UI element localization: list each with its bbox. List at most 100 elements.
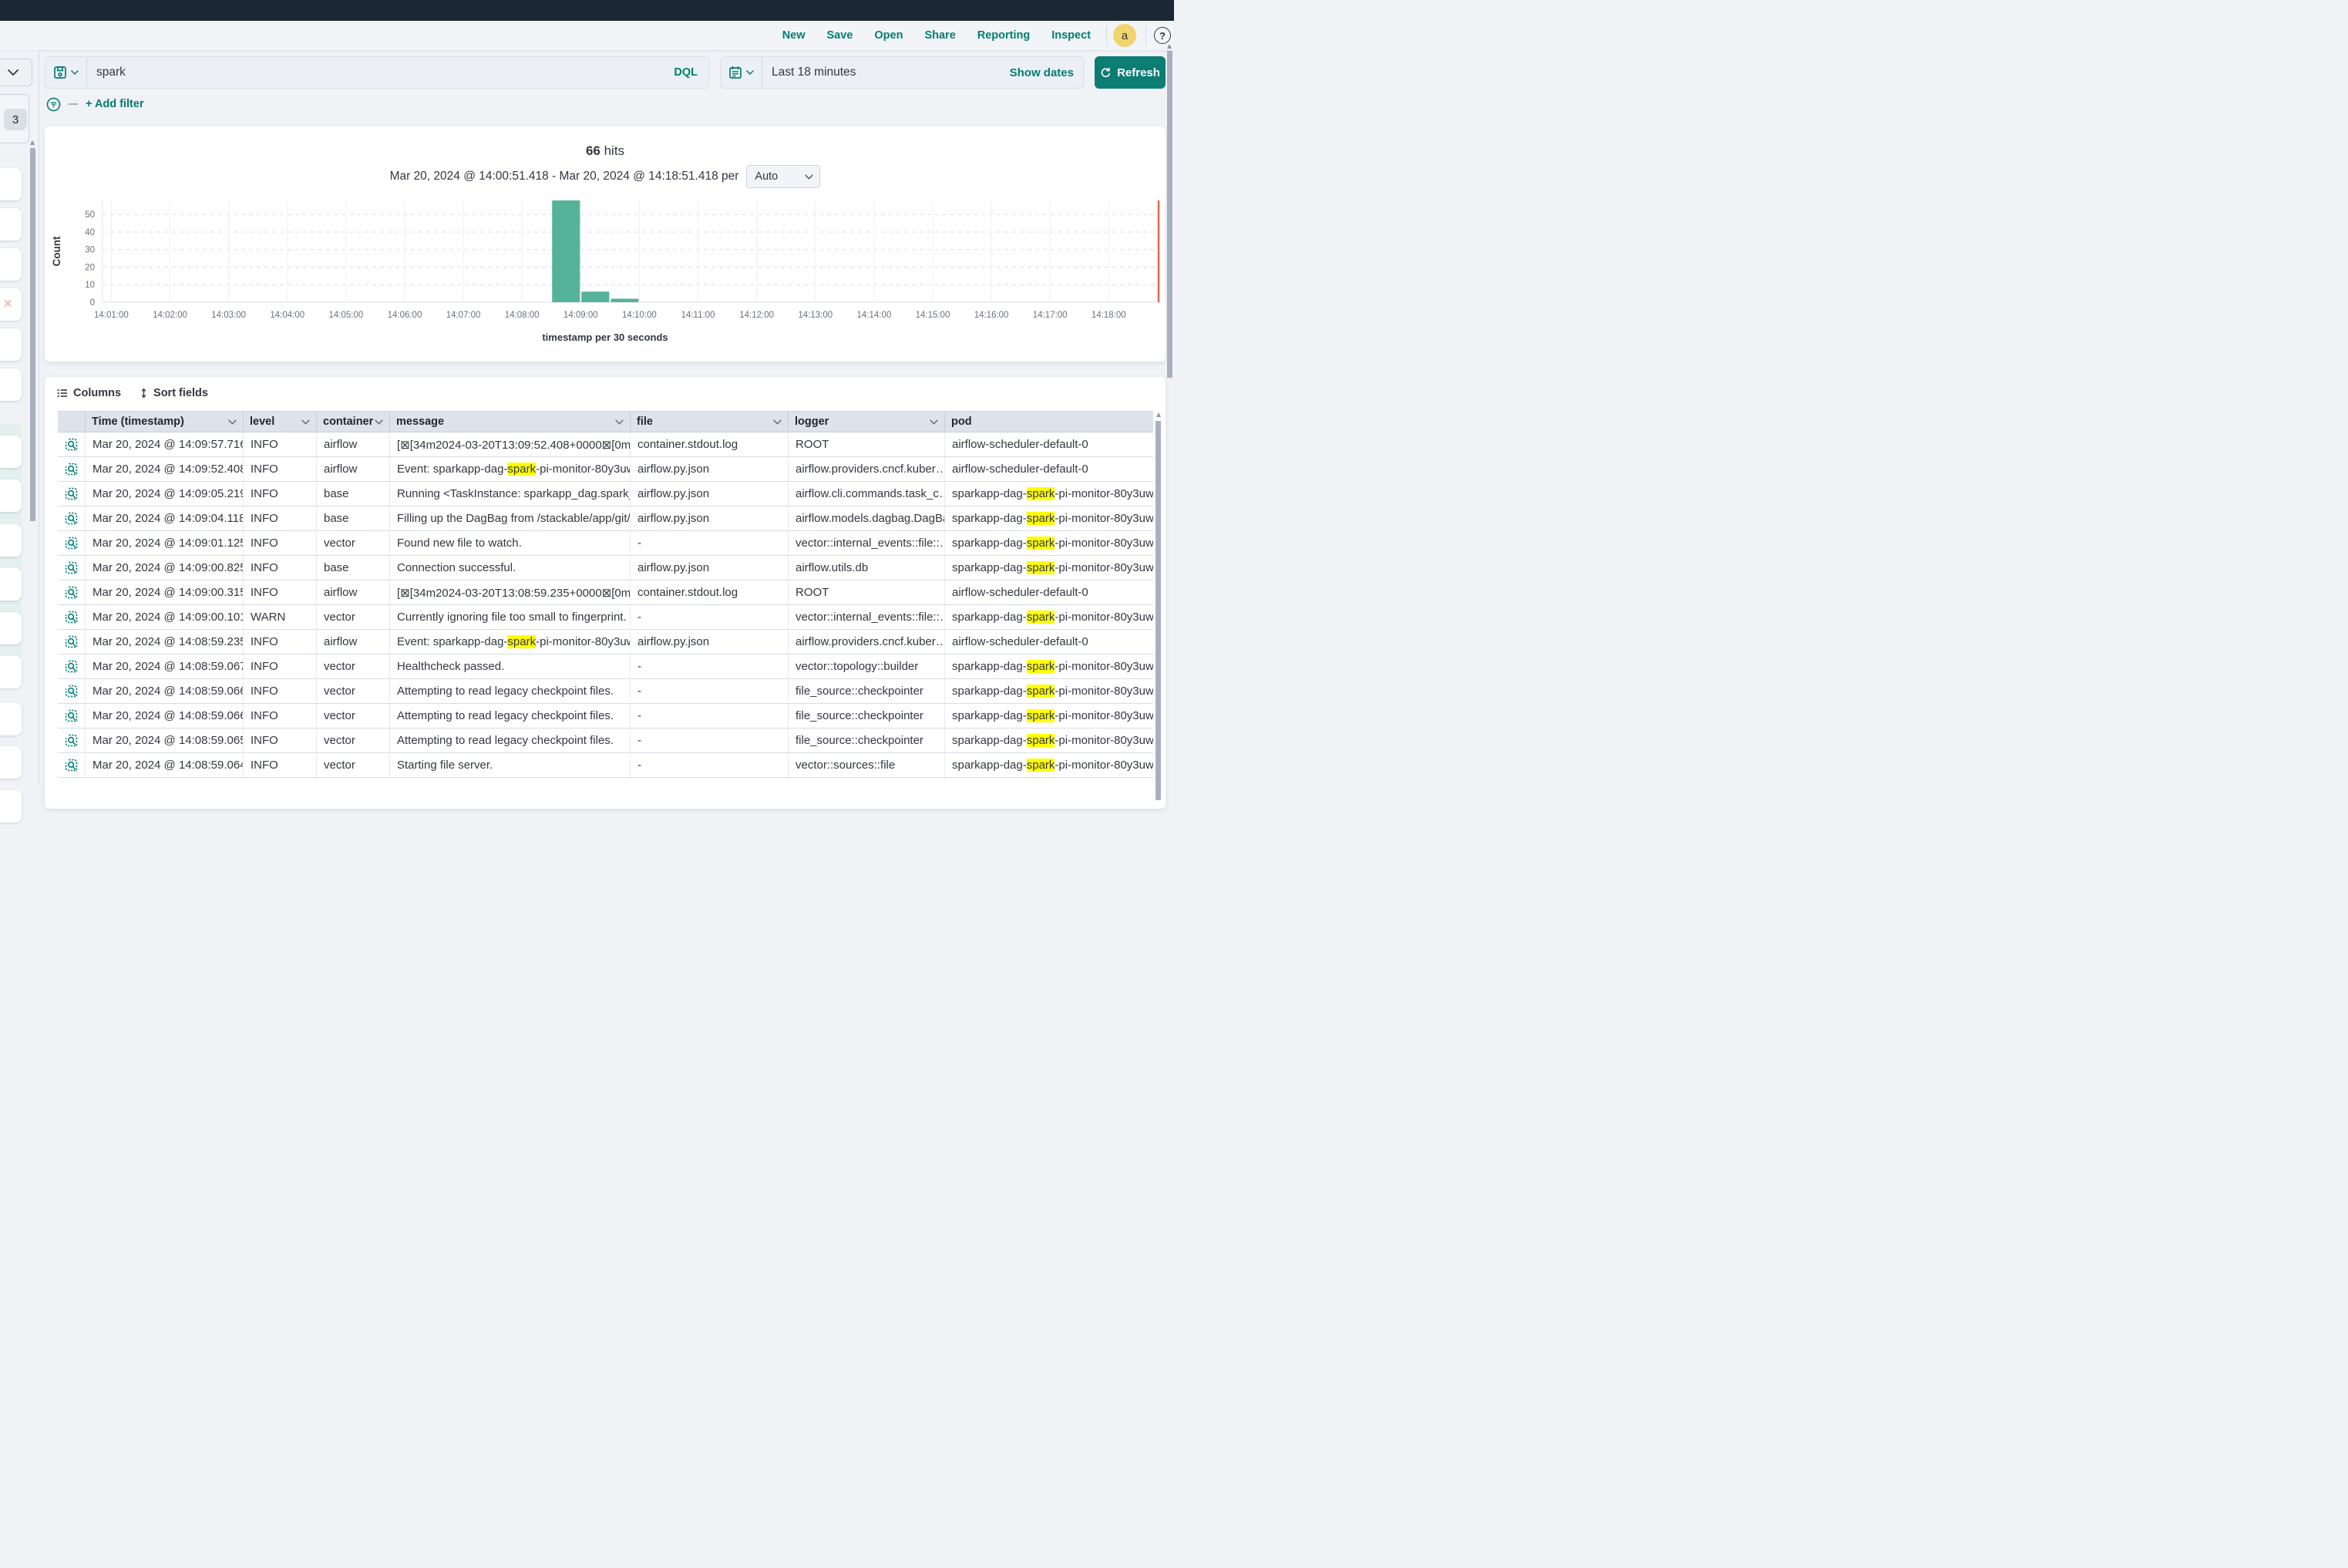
topnav-link-new[interactable]: New [782,29,806,42]
cell-container: vector [317,704,390,728]
field-item-button[interactable] [0,168,22,200]
highlighted-term: spark [1027,512,1055,525]
sidebar-scrollbar-arrow[interactable] [30,140,35,145]
cell-file: - [631,605,789,629]
chevron-down-icon [301,419,310,425]
column-header-container[interactable]: container [317,412,390,432]
field-item-button[interactable] [0,328,22,361]
table-row: Mar 20, 2024 @ 14:09:04.118INFObaseFilli… [58,506,1153,531]
histogram-bar[interactable] [552,200,580,302]
cell-logger: vector::topology::builder [789,654,945,678]
hits-count: 66 [586,143,600,158]
field-item-button[interactable] [0,703,22,735]
topnav-link-open[interactable]: Open [874,29,903,42]
cell-pod: sparkapp-dag-spark-pi-monitor-80y3uw09 [945,679,1153,703]
field-item-button[interactable]: × [0,288,22,321]
expand-row-button[interactable] [58,753,86,777]
hits-histogram-chart[interactable]: 0102030405014:01:0014:02:0014:03:0014:04… [45,194,1166,327]
table-scrollbar-arrow[interactable] [1156,412,1161,417]
topnav-link-inspect[interactable]: Inspect [1051,29,1091,42]
time-range-text: Mar 20, 2024 @ 14:00:51.418 - Mar 20, 20… [390,170,739,183]
columns-button[interactable]: Columns [57,387,121,399]
chevron-down-icon [930,419,938,425]
cell-time: Mar 20, 2024 @ 14:08:59.065 [86,728,244,752]
log-table: Time (timestamp)levelcontainermessagefil… [58,411,1153,793]
field-item-button[interactable] [0,368,22,401]
highlighted-term: spark [1027,709,1055,722]
expand-row-button[interactable] [58,531,86,555]
hits-line: 66 hits [45,143,1166,159]
date-picker: Last 18 minutes Show dates [720,56,1084,89]
cell-time: Mar 20, 2024 @ 14:09:01.125 [86,531,244,555]
expand-row-button[interactable] [58,506,86,530]
cell-time: Mar 20, 2024 @ 14:08:59.067 [86,654,244,678]
field-item-button[interactable] [0,248,22,281]
field-item-button[interactable] [0,208,22,241]
sidebar-collapse-button[interactable] [0,59,32,86]
expand-row-button[interactable] [58,654,86,678]
expand-row-button[interactable] [58,605,86,629]
saved-query-menu-button[interactable] [45,57,87,88]
expand-row-button[interactable] [58,704,86,728]
expand-row-button[interactable] [58,630,86,654]
expand-row-button[interactable] [58,679,86,703]
show-dates-button[interactable]: Show dates [1010,66,1083,79]
time-range-value[interactable]: Last 18 minutes [762,66,1010,79]
expand-row-button[interactable] [58,728,86,752]
expand-row-button[interactable] [58,432,86,456]
topnav-link-save[interactable]: Save [827,29,853,42]
sidebar-scrollbar[interactable] [30,148,35,521]
field-item-button[interactable] [0,524,22,557]
column-header-expand [58,412,86,432]
histogram-bar[interactable] [611,298,638,302]
date-quick-menu-button[interactable] [721,57,762,88]
avatar[interactable]: a [1113,24,1136,47]
save-icon [53,66,67,79]
cell-file: - [631,704,789,728]
page-scrollbar[interactable] [1167,51,1172,378]
column-header-message[interactable]: message [390,412,631,432]
interval-select[interactable]: Auto [746,165,820,188]
expand-row-button[interactable] [58,556,86,580]
field-item-button[interactable] [0,746,22,779]
field-item-button[interactable] [0,790,22,823]
expand-row-button[interactable] [58,482,86,506]
column-header-file[interactable]: file [631,412,789,432]
sort-fields-button[interactable]: Sort fields [140,387,208,399]
column-header-level[interactable]: level [244,412,317,432]
cell-message: Found new file to watch. [390,531,631,555]
refresh-button[interactable]: Refresh [1095,56,1166,89]
expand-row-button[interactable] [58,580,86,604]
table-row: Mar 20, 2024 @ 14:08:59.235INFOairflowEv… [58,630,1153,654]
inspect-document-icon [65,685,78,698]
field-item-button[interactable] [0,656,22,688]
topnav-link-reporting[interactable]: Reporting [977,29,1030,42]
field-item-button[interactable] [0,479,22,512]
search-input[interactable] [87,66,674,79]
filter-menu-icon[interactable] [46,97,61,112]
field-item-button[interactable] [0,612,22,644]
query-language-button[interactable]: DQL [674,66,708,79]
cell-logger: airflow.utils.db [789,556,945,580]
topnav-link-share[interactable]: Share [924,29,955,42]
highlighted-term: spark [507,463,536,476]
page-scrollbar-arrow[interactable] [1167,44,1172,49]
help-icon[interactable]: ? [1154,27,1171,44]
inspect-document-icon [65,537,78,550]
x-tick-label: 14:08:00 [505,311,540,320]
table-scrollbar[interactable] [1155,421,1161,800]
cell-time: Mar 20, 2024 @ 14:08:59.066 [86,679,244,703]
cell-pod: sparkapp-dag-spark-pi-monitor-80y3uw09 [945,556,1153,580]
inspect-document-icon [65,586,78,599]
field-item-button[interactable] [0,436,22,468]
column-header-pod[interactable]: pod [945,412,1153,432]
histogram-bar[interactable] [581,291,609,302]
expand-row-button[interactable] [58,457,86,481]
column-header-logger[interactable]: logger [789,412,945,432]
cell-file: - [631,654,789,678]
cell-logger: vector::internal_events::file::… [789,605,945,629]
field-item-button[interactable] [0,568,22,601]
cell-pod: sparkapp-dag-spark-pi-monitor-80y3uw09 [945,605,1153,629]
add-filter-button[interactable]: + Add filter [86,98,144,110]
column-header-time[interactable]: Time (timestamp) [86,412,244,432]
